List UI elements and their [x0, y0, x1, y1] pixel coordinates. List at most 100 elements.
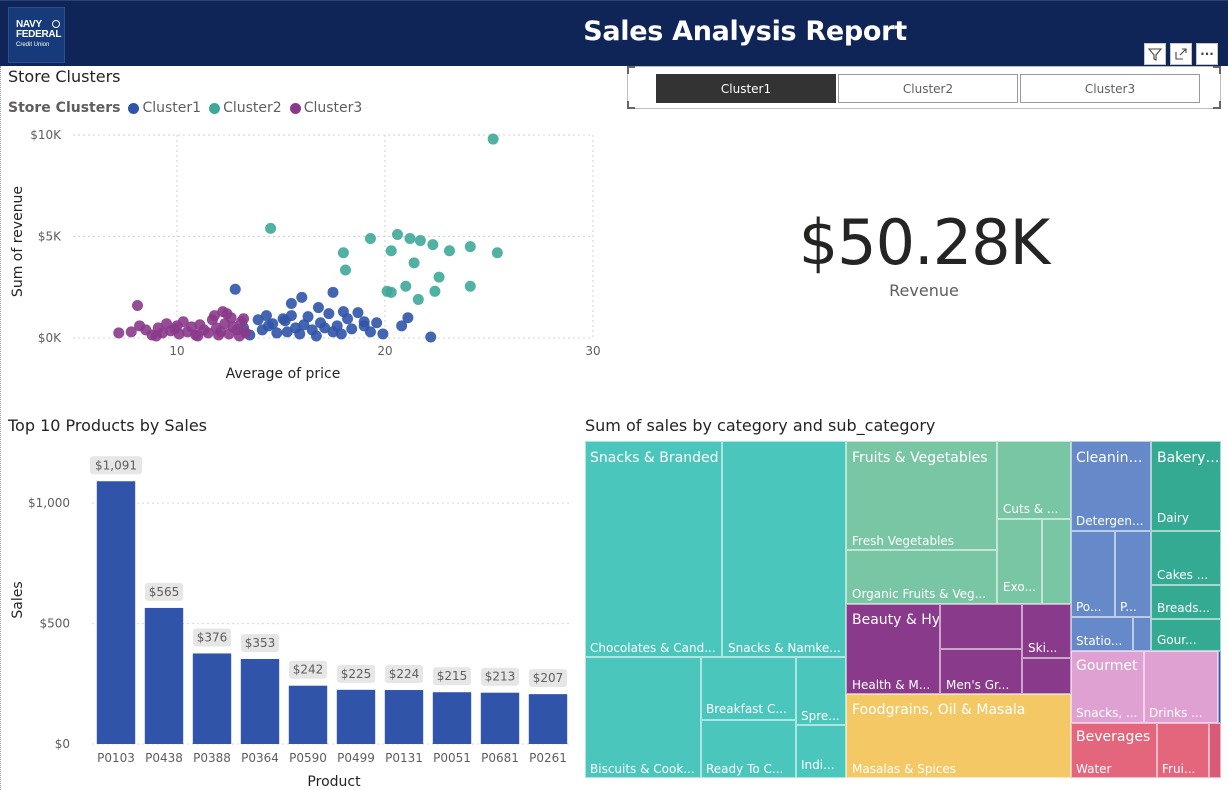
treemap-tile-stationery[interactable]: Statio... — [1071, 617, 1133, 651]
slicer-option-cluster2[interactable]: Cluster2 — [838, 74, 1018, 103]
scatter-x-tick-label: 10 — [169, 344, 184, 358]
bar-data-label: $1,091 — [95, 458, 137, 472]
treemap-tile-skin-care[interactable]: Ski... — [1022, 604, 1071, 658]
treemap-tile-gourmet-snacks[interactable]: Gourmet & World ... Snacks, ... — [1071, 651, 1144, 723]
bar-p0261 — [528, 694, 568, 744]
scatter-chart[interactable]: $0K $5K $10K 10 20 30 Average of price Sum of r… — [0, 120, 610, 390]
treemap-label-beverages-category: Beverages — [1076, 729, 1151, 745]
scatter-point-cluster3 — [131, 300, 143, 312]
scatter-point-cluster1 — [402, 312, 414, 324]
treemap-label-masalas: Masalas & Spices — [852, 762, 957, 776]
treemap-tile-cakes[interactable]: Cakes ... — [1151, 531, 1221, 585]
treemap-tile-p[interactable]: P... — [1115, 531, 1151, 617]
treemap-tile-drinks[interactable]: Drinks ... — [1144, 651, 1218, 723]
scatter-point-cluster1 — [352, 307, 364, 319]
scatter-point-cluster1 — [346, 323, 358, 335]
focus-mode-icon[interactable] — [1170, 43, 1192, 65]
bar-p0590 — [288, 685, 328, 744]
legend-marker-cluster3 — [289, 102, 301, 114]
scatter-y-tick-label: $5K — [38, 230, 62, 244]
treemap-tile-biscuits[interactable]: Biscuits & Cook... — [585, 657, 701, 778]
legend-item-cluster3[interactable]: Cluster3 — [289, 100, 363, 116]
treemap-tile-organic[interactable]: Organic Fruits & Veg... — [846, 550, 997, 604]
treemap-tile-beauty-small[interactable] — [1022, 658, 1071, 694]
cluster-slicer[interactable]: Cluster1 Cluster2 Cluster3 — [627, 66, 1221, 109]
slicer-option-cluster1[interactable]: Cluster1 — [656, 74, 836, 103]
logo-text-federal: FEDERAL — [16, 29, 62, 40]
treemap-tile-exotic[interactable]: Exo... — [997, 519, 1042, 604]
scatter-point-cluster2 — [391, 228, 403, 240]
bar-y-tick-label: $500 — [39, 617, 70, 631]
treemap-label-stationery: Statio... — [1076, 634, 1123, 648]
treemap-label-gourmet-snacks: Snacks, ... — [1076, 706, 1138, 720]
treemap-tile-fresh-vegetables[interactable]: Fruits & Vegetables Fresh Vegetables — [846, 441, 997, 550]
treemap-tile-beverages-small[interactable] — [1209, 723, 1221, 778]
scatter-point-cluster2 — [443, 245, 455, 257]
treemap-label-snacks-category: Snacks & Branded Foods — [590, 450, 721, 466]
report-header: NAVY FEDERAL Credit Union Sales Analysis… — [0, 0, 1228, 66]
treemap-tile-cleaning-small[interactable] — [1133, 617, 1151, 651]
slicer-corner-br — [1213, 101, 1221, 109]
treemap-label-gourmet-category: Gourmet & World ... — [1076, 658, 1143, 674]
treemap-tile-breads[interactable]: Breads... — [1151, 585, 1221, 619]
treemap-tile-gour[interactable]: Gour... — [1151, 619, 1221, 651]
scatter-point-cluster1 — [271, 327, 283, 339]
treemap-tile-namkeen[interactable]: Snacks & Namke... — [722, 441, 846, 657]
treemap-tile-breakfast[interactable]: Breakfast C... — [701, 657, 796, 720]
treemap-tile-fruit-juices[interactable]: Frui... — [1157, 723, 1209, 778]
treemap-tile-indian[interactable]: Indi... — [796, 725, 846, 778]
treemap-tile-cuts[interactable]: Cuts & ... — [997, 441, 1071, 519]
treemap-label-breads: Breads... — [1157, 601, 1210, 615]
legend-item-cluster2[interactable]: Cluster2 — [209, 100, 282, 116]
report-title: Sales Analysis Report — [583, 16, 907, 47]
bar-x-axis-title: Product — [307, 774, 361, 790]
treemap-tile-masalas[interactable]: Foodgrains, Oil & Masala Masalas & Spice… — [846, 694, 1071, 778]
scatter-point-cluster2 — [337, 247, 349, 259]
treemap-tile-fruits-other[interactable] — [1042, 519, 1071, 604]
bar-chart[interactable]: $0 $500 $1,000 $1,091 P0103 $565 P0438 $376 P038… — [0, 440, 580, 790]
treemap-label-drinks: Drinks ... — [1149, 706, 1203, 720]
slicer-option-cluster3[interactable]: Cluster3 — [1020, 74, 1200, 103]
more-options-icon[interactable]: ··· — [1196, 43, 1218, 65]
treemap-label-bakery-category: Bakery,... — [1157, 450, 1221, 466]
more-options-label: ··· — [1200, 47, 1214, 61]
treemap-chart[interactable]: Snacks & Branded Foods Chocolates & Cand… — [585, 441, 1221, 778]
treemap-tile-spreads[interactable]: Spre... — [796, 657, 846, 725]
scatter-point-cluster2 — [427, 239, 439, 251]
bar-x-tick-label: P0261 — [529, 751, 567, 765]
scatter-x-axis-title: Average of price — [226, 366, 341, 382]
treemap-label-po: Po... — [1076, 600, 1102, 614]
treemap-tile-water[interactable]: Beverages Water — [1071, 723, 1157, 778]
legend-label-cluster1: Cluster1 — [142, 100, 202, 116]
treemap-tile-chocolates[interactable]: Snacks & Branded Foods Chocolates & Cand… — [585, 441, 722, 657]
bar-p0499 — [336, 689, 376, 744]
scatter-point-cluster2 — [464, 241, 476, 253]
treemap-tile-beauty-other[interactable] — [940, 604, 1022, 649]
scatter-y-tick-label: $0K — [38, 331, 62, 345]
treemap-tile-detergents[interactable]: Cleaning... Detergen... — [1071, 441, 1151, 531]
scatter-point-cluster3 — [213, 329, 225, 341]
treemap-tile-pooja[interactable]: Po... — [1071, 531, 1115, 617]
treemap-label-cleaning-category: Cleaning... — [1076, 450, 1150, 466]
treemap-tile-health[interactable]: Beauty & Hygiene Health & M... — [846, 604, 940, 694]
treemap-tile-ready-to-cook[interactable]: Ready To C... — [701, 720, 796, 778]
scatter-point-cluster1 — [323, 308, 335, 320]
bar-x-tick-label: P0590 — [289, 751, 327, 765]
bar-data-label: $376 — [197, 630, 228, 644]
legend-label-cluster3: Cluster3 — [303, 100, 363, 116]
treemap-label-namkeen: Snacks & Namke... — [728, 641, 841, 655]
scatter-y-tick-label: $10K — [30, 128, 62, 142]
bar-data-label: $224 — [389, 667, 420, 681]
logo-text-credit-union: Credit Union — [16, 42, 50, 48]
bar-x-tick-label: P0131 — [385, 751, 423, 765]
treemap-tile-dairy[interactable]: Bakery,... Dairy — [1151, 441, 1221, 531]
scatter-legend: Store Clusters Cluster1 Cluster2 Cluster… — [8, 100, 370, 116]
treemap-tile-mens-grooming[interactable]: Men's Gr... — [940, 649, 1022, 694]
bar-p0364 — [240, 658, 280, 744]
treemap-tile-sliver[interactable] — [1218, 651, 1221, 723]
scatter-point-cluster1 — [279, 315, 291, 327]
filter-icon[interactable] — [1144, 43, 1166, 65]
legend-item-cluster1[interactable]: Cluster1 — [128, 100, 201, 116]
bar-x-tick-label: P0681 — [481, 751, 519, 765]
scatter-point-cluster2 — [408, 257, 420, 269]
